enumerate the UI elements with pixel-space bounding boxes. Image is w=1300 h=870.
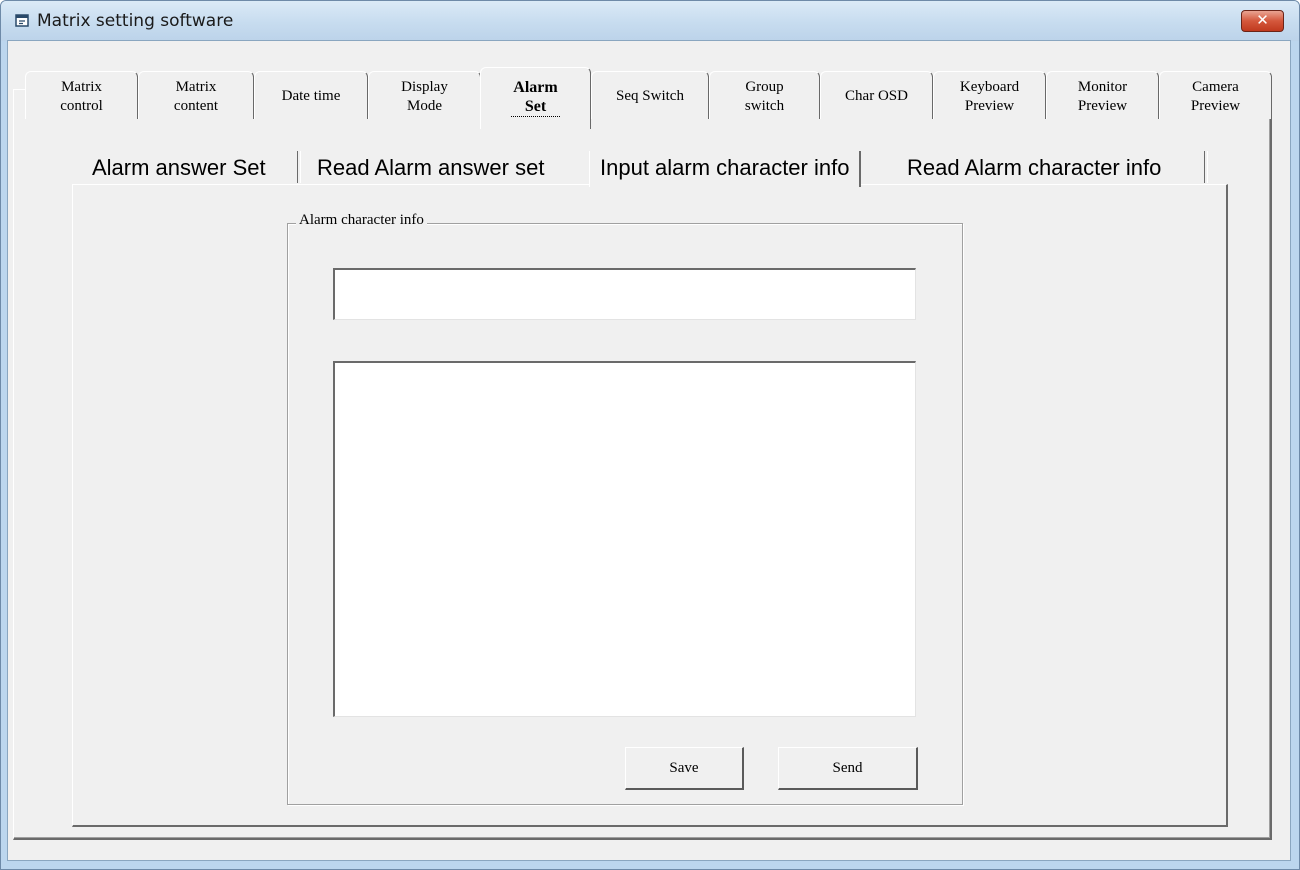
tab-label: Monitor Preview: [1077, 78, 1128, 114]
alarm-character-textarea[interactable]: [333, 361, 916, 717]
tab-group-switch[interactable]: Group switch: [709, 71, 820, 119]
tab-date-time[interactable]: Date time: [254, 71, 368, 119]
tab-label: Alarm Set: [511, 79, 560, 117]
tab-camera-preview[interactable]: Camera Preview: [1159, 71, 1272, 119]
tab-label: Date time: [281, 88, 341, 104]
tab-label: Matrix control: [60, 78, 103, 114]
subtab-alarm-answer-set[interactable]: Alarm answer Set: [92, 151, 266, 184]
tab-label: Char OSD: [845, 88, 908, 104]
tab-char-osd[interactable]: Char OSD: [820, 71, 933, 119]
subtab-separator: [1204, 151, 1208, 183]
tab-label: Matrix content: [173, 78, 219, 114]
tab-seq-switch[interactable]: Seq Switch: [591, 71, 709, 119]
close-icon: ✕: [1256, 11, 1269, 29]
tab-label: Group switch: [744, 78, 785, 114]
tab-label: Keyboard Preview: [959, 78, 1020, 114]
app-icon: [15, 14, 29, 27]
tab-label: Camera Preview: [1190, 78, 1241, 114]
tab-matrix-content[interactable]: Matrix content: [138, 71, 254, 119]
tab-matrix-control[interactable]: Matrix control: [25, 71, 138, 119]
tab-alarm-set[interactable]: Alarm Set: [480, 67, 591, 129]
save-button[interactable]: Save: [625, 747, 744, 790]
tab-monitor-preview[interactable]: Monitor Preview: [1046, 71, 1159, 119]
alarm-character-input[interactable]: [333, 268, 916, 320]
tab-label: Seq Switch: [616, 88, 684, 104]
tab-label: Display Mode: [401, 78, 448, 114]
tab-keyboard-preview[interactable]: Keyboard Preview: [933, 71, 1046, 119]
window-title: Matrix setting software: [37, 11, 234, 31]
subtab-read-alarm-answer-set[interactable]: Read Alarm answer set: [317, 151, 544, 184]
group-caption: Alarm character info: [296, 212, 427, 229]
subtab-read-alarm-character-info[interactable]: Read Alarm character info: [907, 151, 1161, 184]
send-button[interactable]: Send: [778, 747, 918, 790]
subtab-input-alarm-character-info[interactable]: Input alarm character info: [589, 151, 862, 187]
title-bar[interactable]: Matrix setting software ✕: [1, 1, 1299, 41]
subtab-separator: [297, 151, 301, 183]
close-button[interactable]: ✕: [1241, 10, 1284, 32]
tab-display-mode[interactable]: Display Mode: [368, 71, 481, 119]
